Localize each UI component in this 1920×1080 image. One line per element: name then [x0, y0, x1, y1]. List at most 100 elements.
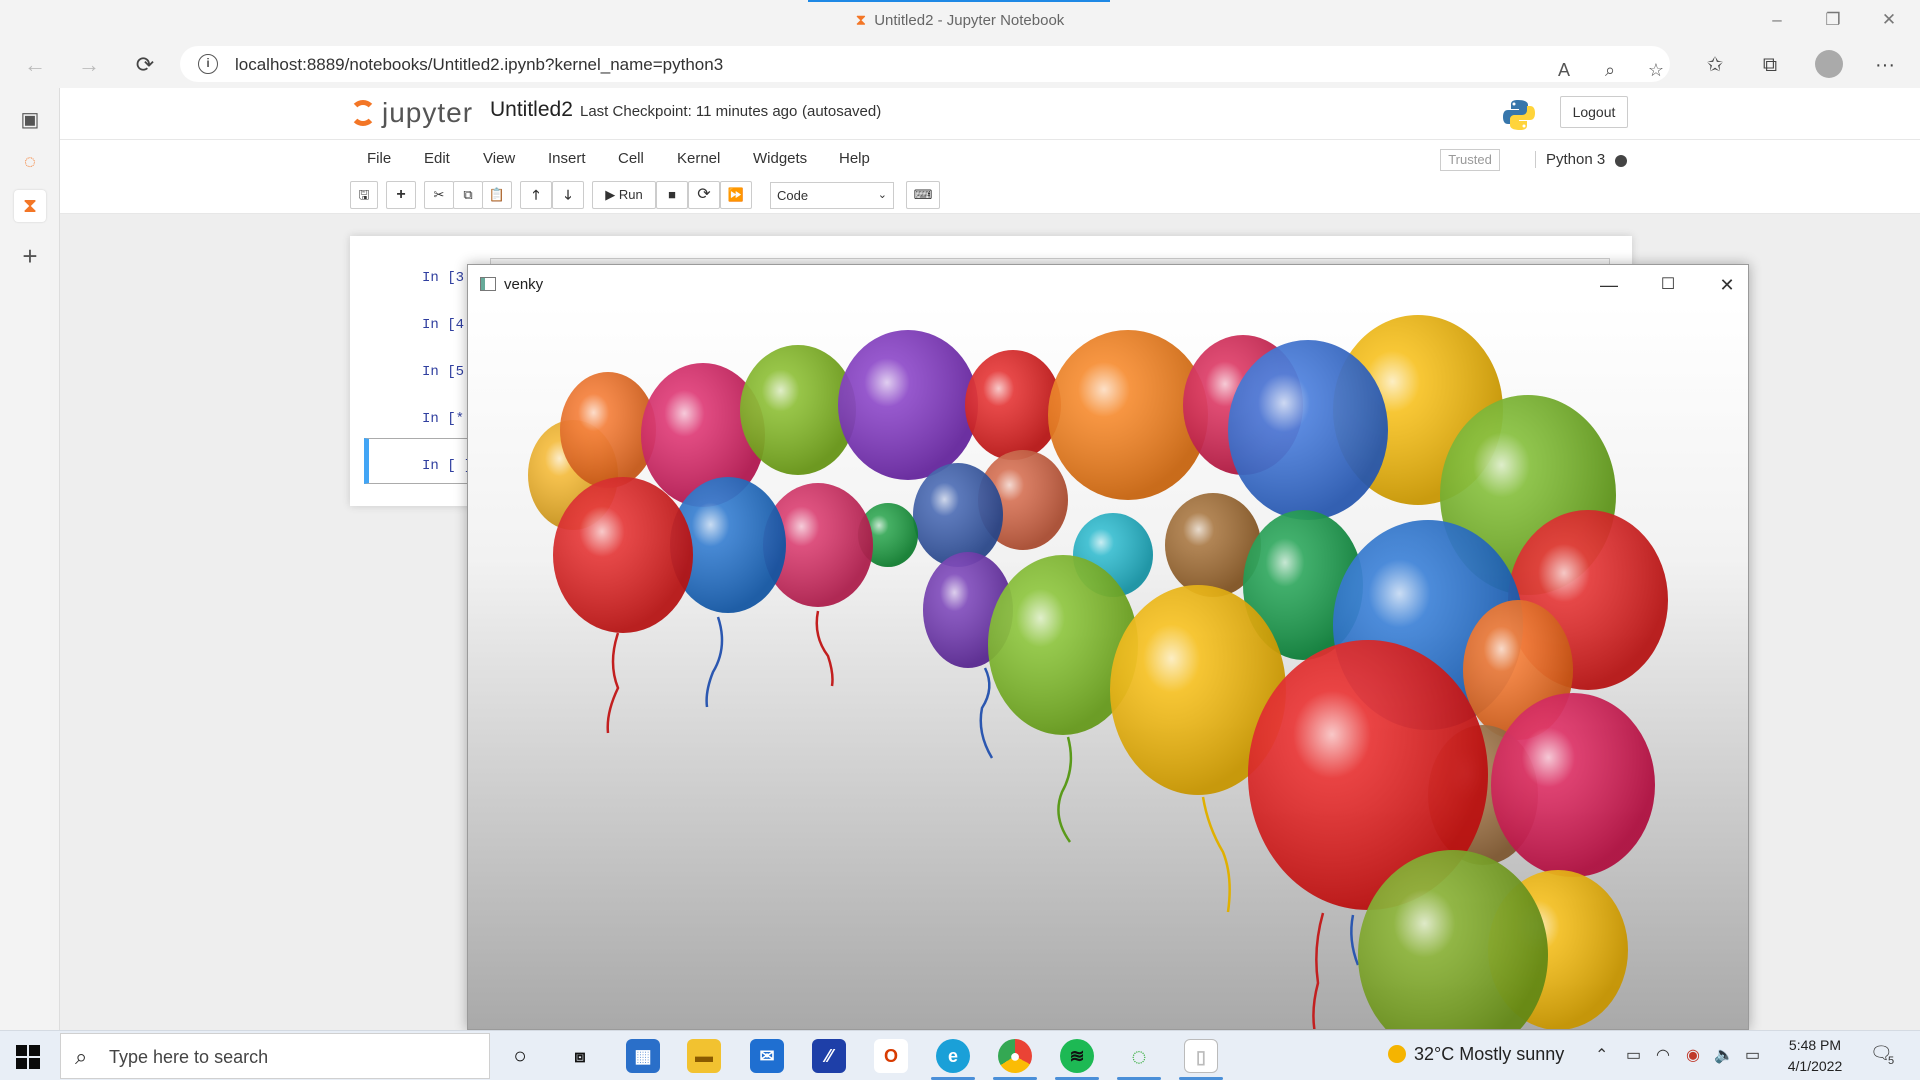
- kernel-busy-indicator: [1615, 155, 1627, 167]
- menu-widgets[interactable]: Widgets: [753, 150, 807, 167]
- minimize-button[interactable]: —: [1594, 273, 1624, 297]
- office-icon[interactable]: O: [874, 1039, 908, 1073]
- battery-icon[interactable]: ▭: [1745, 1045, 1760, 1065]
- menu-insert[interactable]: Insert: [548, 150, 586, 167]
- store-icon[interactable]: ▦: [626, 1039, 660, 1073]
- restart-run-all-icon[interactable]: ⏩: [720, 181, 752, 209]
- notebook-name[interactable]: Untitled2: [490, 98, 573, 122]
- kernel-name: Python 3: [1535, 151, 1605, 168]
- notification-icon[interactable]: 🗨 5: [1870, 1043, 1898, 1069]
- sun-icon: [1388, 1045, 1406, 1063]
- favorites-icon[interactable]: ✩: [1700, 50, 1730, 80]
- windows-start-icon[interactable]: [16, 1045, 40, 1069]
- restore-button[interactable]: ❐: [1818, 8, 1848, 32]
- image-window-titlebar[interactable]: venky — ☐ ✕: [468, 265, 1748, 305]
- more-options-icon[interactable]: ···: [1870, 50, 1900, 80]
- volume-icon[interactable]: 🔈: [1714, 1045, 1734, 1065]
- keyboard-icon[interactable]: ⌨: [906, 181, 940, 209]
- meet-icon[interactable]: ▭: [1626, 1045, 1641, 1065]
- add-favorite-icon[interactable]: ☆: [1642, 56, 1670, 84]
- edge-icon[interactable]: e: [936, 1039, 970, 1073]
- taskbar-search[interactable]: ⌕ Type here to search: [60, 1033, 490, 1079]
- balloon-highlight: [1228, 340, 1388, 520]
- document-icon[interactable]: ▯: [1184, 1039, 1218, 1073]
- copy-icon[interactable]: ⧉: [453, 181, 483, 209]
- python-logo-icon: [1503, 100, 1535, 130]
- save-icon[interactable]: 🖫: [350, 181, 378, 209]
- back-icon[interactable]: ←: [20, 50, 50, 80]
- close-button[interactable]: ✕: [1874, 8, 1904, 32]
- paste-icon[interactable]: 📋: [482, 181, 512, 209]
- balloon-highlight: [913, 463, 1003, 567]
- trusted-indicator[interactable]: Trusted: [1440, 149, 1500, 171]
- cell-prompt: In [5: [422, 364, 465, 380]
- file-explorer-icon[interactable]: ▬: [687, 1039, 721, 1073]
- menu-file[interactable]: File: [367, 150, 391, 167]
- move-down-icon[interactable]: 🡓: [552, 181, 584, 209]
- window-title: ⧗ Untitled2 - Jupyter Notebook: [855, 12, 1065, 29]
- wifi-icon[interactable]: ◠: [1656, 1045, 1670, 1065]
- balloons-image: [468, 305, 1748, 1029]
- app-icon: [480, 277, 496, 291]
- image-window[interactable]: venky — ☐ ✕: [467, 264, 1749, 1030]
- jupyter-logo[interactable]: jupyter: [350, 96, 473, 130]
- restart-icon[interactable]: ⟳: [688, 181, 720, 209]
- refresh-icon[interactable]: ⟳: [130, 50, 160, 80]
- cell-type-select[interactable]: Code ⌄: [770, 182, 894, 209]
- zoom-icon[interactable]: ⌕: [1596, 56, 1624, 84]
- insert-cell-icon[interactable]: +: [386, 181, 416, 209]
- loading-app-icon[interactable]: ◌: [1122, 1039, 1156, 1073]
- chevron-down-icon: ⌄: [877, 189, 887, 201]
- run-button[interactable]: ▶ Run: [592, 181, 656, 209]
- jupyter-logo-icon: [350, 100, 376, 126]
- read-aloud-icon[interactable]: A: [1550, 56, 1578, 84]
- move-up-icon[interactable]: 🡑: [520, 181, 552, 209]
- checkpoint-status: Last Checkpoint: 11 minutes ago: [580, 103, 798, 120]
- url-text[interactable]: localhost:8889/notebooks/Untitled2.ipynb…: [235, 55, 723, 75]
- interrupt-icon[interactable]: ■: [656, 181, 688, 209]
- hourglass-tab-icon[interactable]: ⧗: [14, 190, 46, 222]
- collections-icon[interactable]: ⧉: [1755, 50, 1785, 80]
- system-clock[interactable]: 5:48 PM 4/1/2022: [1770, 1035, 1860, 1077]
- spotify-icon[interactable]: ≋: [1060, 1039, 1094, 1073]
- menu-cell[interactable]: Cell: [618, 150, 644, 167]
- balloon-highlight: [838, 330, 978, 480]
- tab-actions-icon[interactable]: ▣: [14, 104, 46, 136]
- cut-icon[interactable]: ✂: [424, 181, 454, 209]
- menu-kernel[interactable]: Kernel: [677, 150, 720, 167]
- weather-widget[interactable]: 32°C Mostly sunny: [1388, 1044, 1564, 1065]
- autosave-status: (autosaved): [802, 103, 882, 120]
- logout-button[interactable]: Logout: [1560, 96, 1628, 128]
- new-tab-icon[interactable]: +: [14, 240, 46, 272]
- address-bar[interactable]: i localhost:8889/notebooks/Untitled2.ipy…: [180, 46, 1670, 82]
- profile-avatar[interactable]: [1815, 50, 1843, 78]
- edge-sidebar: ▣ ◌ ⧗ +: [0, 88, 60, 1030]
- active-tab-indicator: [808, 0, 1110, 2]
- maximize-button[interactable]: ☐: [1653, 273, 1683, 297]
- menu-edit[interactable]: Edit: [424, 150, 450, 167]
- windows-taskbar: ⌕ Type here to search ○ ⧈ ▦ ▬ ✉ ⁄⁄ O e ●…: [0, 1030, 1920, 1080]
- network-error-icon[interactable]: ◉: [1686, 1045, 1700, 1065]
- menu-view[interactable]: View: [483, 150, 515, 167]
- browser-title-bar: ⧗ Untitled2 - Jupyter Notebook – ❐ ✕: [0, 0, 1920, 40]
- cell-prompt: In [4: [422, 317, 465, 333]
- forward-icon[interactable]: →: [74, 50, 104, 80]
- mail-icon[interactable]: ✉: [750, 1039, 784, 1073]
- app-icon[interactable]: ⁄⁄: [812, 1039, 846, 1073]
- run-icon: ▶: [605, 187, 616, 202]
- jupyter-tab-icon[interactable]: ◌: [14, 146, 46, 178]
- cell-prompt: In [3: [422, 270, 465, 286]
- task-view-icon[interactable]: ⧈: [563, 1039, 597, 1073]
- chrome-icon[interactable]: ●: [998, 1039, 1032, 1073]
- notebook-toolbar: 🖫 + ✂ ⧉ 📋 🡑 🡓 ▶ Run ■ ⟳ ⏩ Code ⌄ ⌨: [60, 178, 1920, 214]
- menu-help[interactable]: Help: [839, 150, 870, 167]
- search-icon: ⌕: [75, 1044, 88, 1069]
- minimize-button[interactable]: –: [1762, 8, 1792, 32]
- chevron-up-icon[interactable]: ⌃: [1595, 1045, 1608, 1065]
- close-button[interactable]: ✕: [1712, 273, 1742, 297]
- cell-prompt: In [ ]: [422, 458, 473, 474]
- jupyter-header: jupyter Untitled2 Last Checkpoint: 11 mi…: [60, 88, 1920, 140]
- site-info-icon[interactable]: i: [198, 54, 218, 74]
- browser-toolbar: ← → ⟳ i localhost:8889/notebooks/Untitle…: [0, 40, 1920, 88]
- cortana-icon[interactable]: ○: [503, 1039, 537, 1073]
